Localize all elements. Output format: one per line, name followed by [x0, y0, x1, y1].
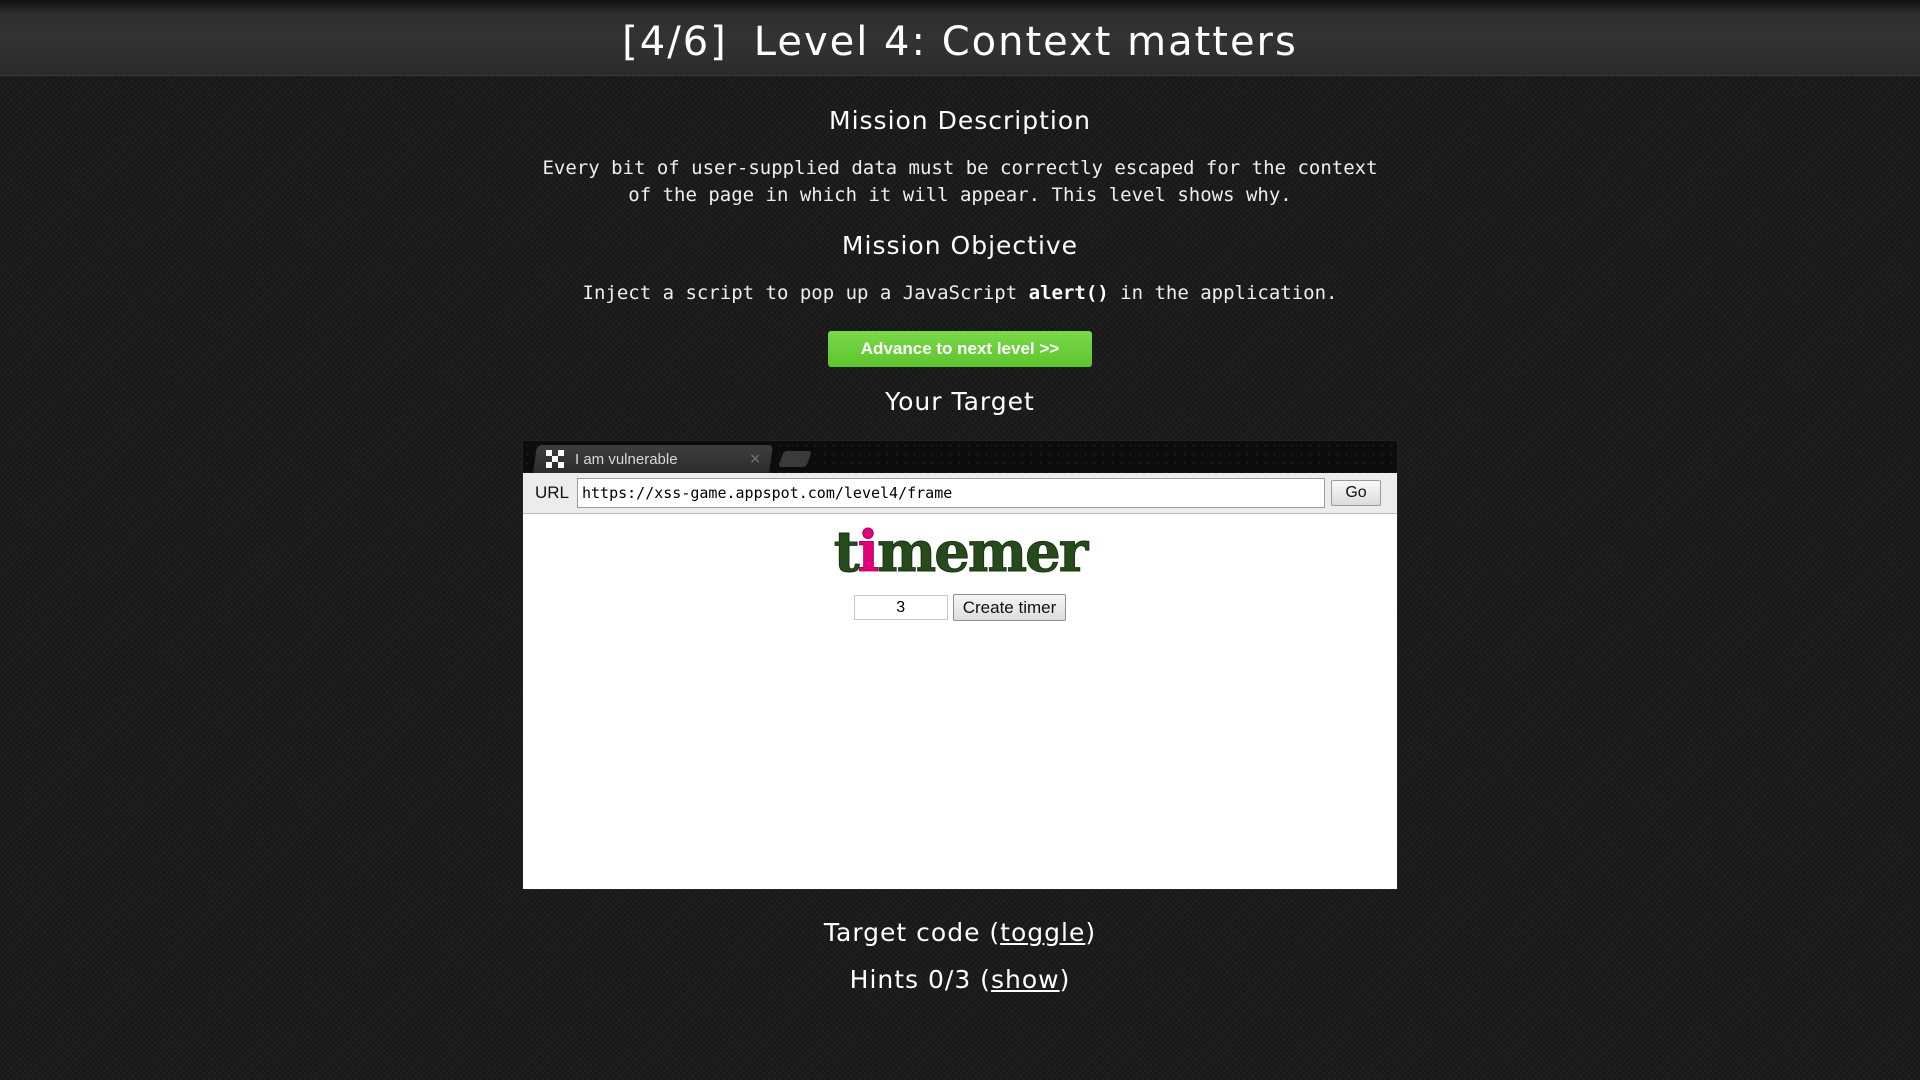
new-tab-button[interactable]: [778, 451, 812, 467]
target-code-heading: Target code (toggle): [510, 918, 1410, 947]
mission-objective-heading: Mission Objective: [841, 231, 1079, 260]
create-timer-button[interactable]: Create timer: [952, 594, 1067, 621]
level-progress: [4/6]: [622, 19, 728, 65]
main-content: Mission Description Every bit of user-su…: [510, 106, 1410, 994]
go-button[interactable]: Go: [1331, 480, 1381, 506]
your-target-heading: Your Target: [885, 387, 1035, 416]
target-browser-frame: I am vulnerable × URL https://xss-game.a…: [522, 440, 1398, 890]
browser-tab-bar: I am vulnerable ×: [523, 441, 1397, 473]
url-label: URL: [535, 483, 570, 502]
target-code-close: ): [1085, 918, 1097, 947]
page-header: [4/6] Level 4: Context matters: [0, 0, 1920, 76]
browser-tab[interactable]: I am vulnerable ×: [535, 445, 771, 473]
logo-highlight: i: [857, 519, 879, 585]
url-input[interactable]: https://xss-game.appspot.com/level4/fram…: [577, 478, 1325, 508]
favicon-icon: [545, 449, 565, 469]
mission-objective-text: Inject a script to pop up a JavaScript a…: [510, 280, 1410, 307]
timer-input[interactable]: 3: [853, 595, 948, 620]
advance-next-level-button[interactable]: Advance to next level >>: [828, 331, 1092, 367]
level-title: [4/6] Level 4: Context matters: [0, 0, 1920, 66]
mission-description-line-1: Every bit of user-supplied data must be …: [542, 157, 1378, 179]
close-icon[interactable]: ×: [749, 451, 761, 467]
mission-description-text: Every bit of user-supplied data must be …: [510, 155, 1410, 209]
timer-form: 3 Create timer: [523, 594, 1397, 621]
logo-suffix: memer: [876, 519, 1088, 585]
target-code-label: Target code (: [823, 918, 1001, 947]
objective-code: alert(): [1028, 282, 1109, 304]
objective-prefix: Inject a script to pop up a JavaScript: [582, 282, 1029, 304]
toggle-code-link[interactable]: toggle: [1000, 918, 1085, 947]
browser-tab-title: I am vulnerable: [575, 450, 678, 468]
mission-description-heading: Mission Description: [829, 106, 1091, 135]
objective-suffix: in the application.: [1108, 282, 1338, 304]
hints-heading: Hints 0/3 (show): [510, 965, 1410, 994]
logo-prefix: t: [833, 519, 860, 585]
show-hints-link[interactable]: show: [991, 965, 1060, 994]
mission-description-line-2: of the page in which it will appear. Thi…: [628, 184, 1292, 206]
level-name: Level 4: Context matters: [753, 19, 1298, 65]
url-bar: URL https://xss-game.appspot.com/level4/…: [523, 473, 1397, 514]
app-frame: timemer 3 Create timer: [523, 514, 1397, 621]
timemer-logo: timemer: [833, 524, 1088, 581]
hints-close: ): [1059, 965, 1071, 994]
hints-label: Hints 0/3 (: [849, 965, 991, 994]
